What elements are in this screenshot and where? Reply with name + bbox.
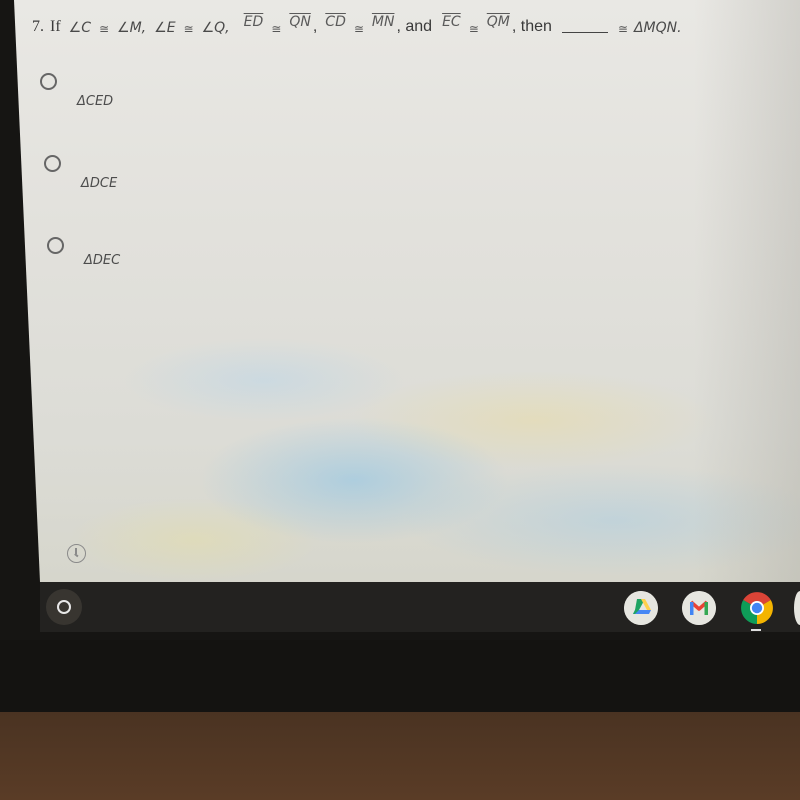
launcher-icon [57, 600, 71, 614]
segment-ec: EC [442, 14, 461, 30]
running-indicator [751, 629, 761, 631]
question-number: 7. [32, 18, 44, 35]
radio-button[interactable] [44, 155, 61, 172]
question-text: 7. If ∠C ≅ ∠M, ∠E ≅ ∠Q, ED ≅ QN , CD ≅ M… [32, 14, 682, 36]
angle-q: ∠Q, [201, 20, 230, 36]
angle-c: ∠C [68, 20, 91, 36]
angle-m: ∠M, [117, 20, 147, 36]
congruent-symbol: ≅ [183, 22, 194, 36]
desk-surface [0, 712, 800, 800]
congruent-symbol: ≅ [271, 22, 282, 36]
segment-cd: CD [325, 14, 346, 30]
congruent-symbol: ≅ [98, 22, 110, 36]
then-label: , then [511, 18, 552, 35]
quiz-page: 7. If ∠C ≅ ∠M, ∠E ≅ ∠Q, ED ≅ QN , CD ≅ M… [14, 0, 800, 582]
choice-label: ΔDCE [81, 176, 118, 191]
if-label: If [50, 18, 61, 35]
congruent-symbol: ≅ [468, 22, 479, 36]
choice-label: ΔDEC [84, 253, 121, 268]
laptop-bezel [0, 640, 800, 712]
angle-e: ∠E [154, 20, 176, 36]
clock-icon[interactable] [67, 544, 86, 563]
app-icon-partial[interactable] [794, 591, 800, 625]
chrome-icon[interactable] [740, 591, 774, 625]
radio-button[interactable] [47, 237, 64, 254]
answer-blank [561, 32, 608, 33]
and-label: , and [396, 18, 433, 35]
choice-label: ΔCED [77, 94, 114, 109]
screen: 7. If ∠C ≅ ∠M, ∠E ≅ ∠Q, ED ≅ QN , CD ≅ M… [0, 0, 800, 640]
segment-mn: MN [371, 14, 395, 30]
congruent-symbol: ≅ [353, 22, 364, 36]
segment-qn: QN [289, 14, 311, 30]
gmail-icon[interactable] [682, 591, 716, 625]
photo-of-screen: 7. If ∠C ≅ ∠M, ∠E ≅ ∠Q, ED ≅ QN , CD ≅ M… [0, 0, 800, 800]
congruent-symbol: ≅ [617, 22, 628, 36]
segment-qm: QM [486, 14, 510, 30]
google-drive-icon[interactable] [624, 591, 658, 625]
comma: , [312, 18, 318, 35]
radio-button[interactable] [40, 73, 57, 90]
target-triangle: ΔMQN. [633, 20, 682, 36]
segment-ed: ED [243, 14, 264, 30]
